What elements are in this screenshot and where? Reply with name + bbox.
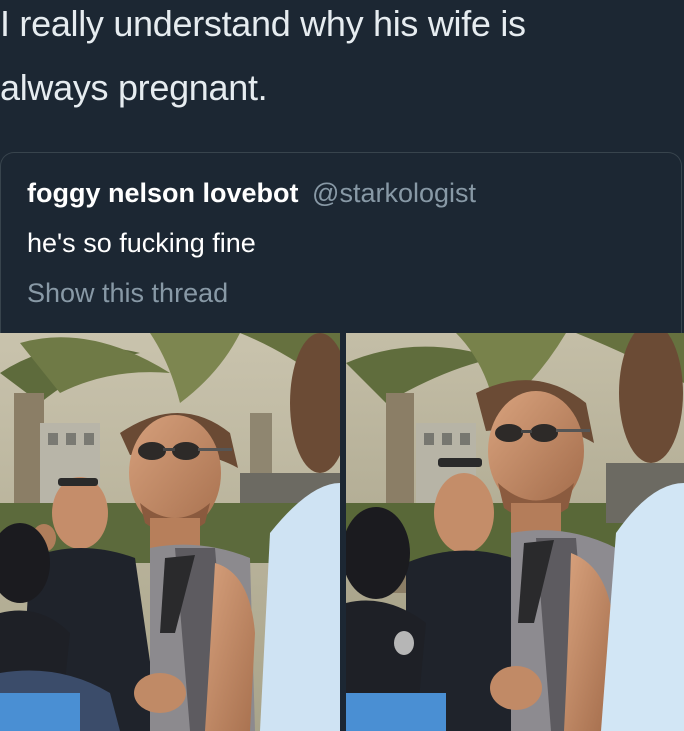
quoted-tweet-text: he's so fucking fine bbox=[27, 228, 256, 258]
quoted-author-handle[interactable]: @starkologist bbox=[312, 178, 476, 208]
tweet-text: I really understand why his wife is alwa… bbox=[0, 0, 684, 120]
tweet-text-line-1: I really understand why his wife is bbox=[0, 3, 526, 44]
photo-right[interactable] bbox=[346, 333, 684, 731]
photo-right-image bbox=[346, 333, 684, 731]
tweet-text-line-2: always pregnant. bbox=[0, 67, 268, 108]
show-thread-link[interactable]: Show this thread bbox=[27, 275, 228, 311]
quoted-tweet-card[interactable]: foggy nelson lovebot @starkologist he's … bbox=[0, 152, 682, 333]
photo-left[interactable] bbox=[0, 333, 340, 731]
media-grid bbox=[0, 333, 684, 731]
quoted-author-name[interactable]: foggy nelson lovebot bbox=[27, 178, 299, 208]
quoted-tweet-header: foggy nelson lovebot @starkologist bbox=[27, 175, 476, 211]
photo-left-image bbox=[0, 333, 340, 731]
